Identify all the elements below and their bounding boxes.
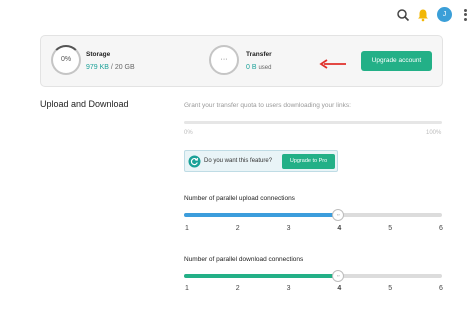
transfer-label: Transfer [246,51,272,58]
quota-min-label: 0% [184,130,193,136]
download-tick: 5 [388,285,393,292]
download-tick: 2 [235,285,240,292]
upgrade-to-pro-button[interactable]: Upgrade to Pro [282,154,335,169]
storage-usage-ring: 0% [51,45,81,75]
transfer-usage-ring: ··· [209,45,239,75]
upload-tick: 1 [185,225,189,232]
download-slider-thumb[interactable]: ‹› [332,270,345,282]
upload-tick: 4 [337,225,342,232]
upgrade-account-button[interactable]: Upgrade account [361,51,432,71]
upload-slider-thumb[interactable]: ‹› [332,209,345,221]
storage-used: 979 KB [86,64,109,71]
account-summary-card: 0% Storage 979 KB / 20 GB ··· Transfer 0… [40,35,443,87]
left-arrow-annotation-icon [319,59,346,69]
refresh-icon [188,155,201,168]
quota-max-label: 100% [426,130,442,136]
top-bar: J [0,0,474,30]
upload-tick: 6 [439,225,443,232]
storage-total: 20 GB [114,64,135,71]
download-connections-slider[interactable]: ‹› [184,270,442,282]
more-vertical-icon[interactable] [462,7,468,23]
transfer-quota-slider[interactable] [184,121,442,124]
upload-slider-fill [184,213,339,217]
pro-feature-text: Do you want this feature? [204,158,273,164]
pro-feature-banner: Do you want this feature? Upgrade to Pro [184,150,338,172]
bell-icon[interactable] [416,8,430,22]
upload-tick: 2 [235,225,240,232]
download-slider-fill [184,274,339,278]
grant-quota-text: Grant your transfer quota to users downl… [184,102,351,109]
download-tick: 3 [286,285,291,292]
download-tick: 6 [439,285,443,292]
avatar[interactable]: J [437,7,452,22]
download-tick: 4 [337,285,342,292]
upload-tick: 3 [286,225,291,232]
search-icon[interactable] [396,8,410,22]
download-tick: 1 [185,285,189,292]
upload-connections-label: Number of parallel upload connections [184,195,295,202]
section-title: Upload and Download [40,99,129,109]
upload-tick: 5 [388,225,393,232]
download-connections-label: Number of parallel download connections [184,256,304,263]
transfer-used-amount: 0 B [246,64,257,71]
transfer-used-suffix: used [258,65,272,71]
transfer-value: 0 B used [246,64,271,71]
upload-connections-slider[interactable]: ‹› [184,209,442,221]
storage-value: 979 KB / 20 GB [86,64,135,71]
storage-label: Storage [86,51,111,58]
